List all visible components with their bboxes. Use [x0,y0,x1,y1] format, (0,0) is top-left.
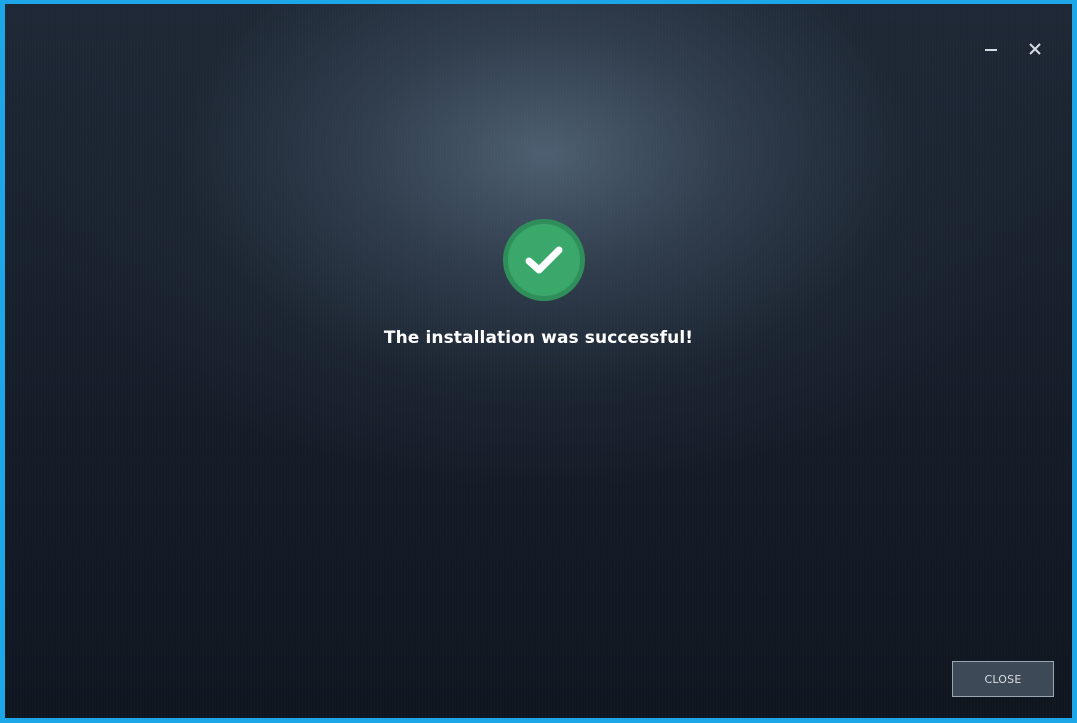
success-message: The installation was successful! [383,328,694,348]
window-controls [978,36,1048,62]
close-button[interactable]: CLOSE [952,661,1054,697]
close-icon [1028,42,1042,56]
checkmark-circle-icon [503,219,585,301]
close-window-button[interactable] [1022,36,1048,62]
minimize-button[interactable] [978,36,1004,62]
minimize-icon [984,42,998,56]
installer-window: The installation was successful! CLOSE [0,0,1077,723]
